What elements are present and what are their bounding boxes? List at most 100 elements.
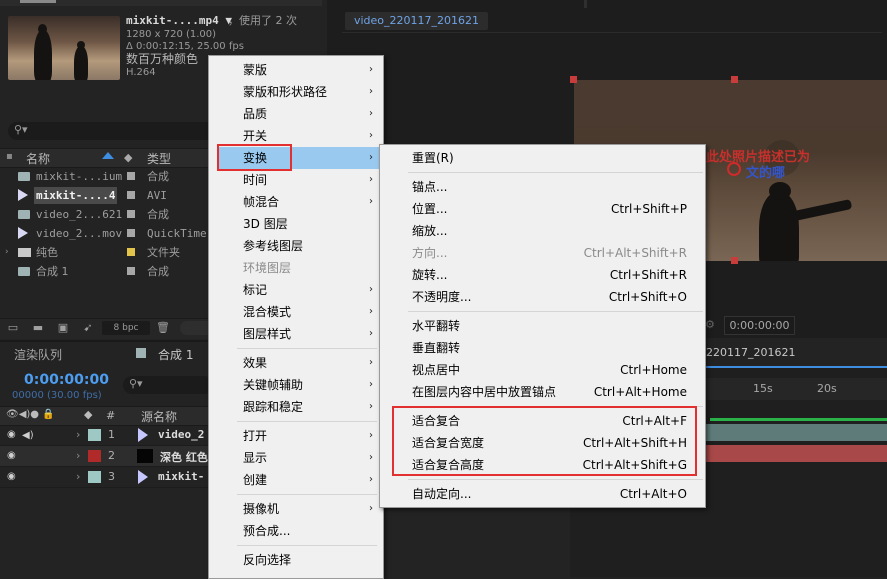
footage-usage: ，使用了 2 次 — [228, 14, 297, 27]
footage-icon — [138, 428, 148, 442]
label-swatch[interactable] — [127, 210, 135, 218]
timeline-comp-tab[interactable]: 220117_201621 — [706, 346, 795, 359]
menu-item-create[interactable]: 创建 › — [209, 469, 383, 491]
transform-handle[interactable] — [731, 76, 738, 83]
menu-item-rotation[interactable]: 旋转... Ctrl+Shift+R — [380, 264, 705, 286]
composition-icon — [18, 267, 30, 276]
layer-bar[interactable] — [700, 445, 887, 462]
footage-thumbnail — [8, 16, 120, 80]
menu-item-environment-layer: 环境图层 — [243, 261, 292, 275]
eye-icon[interactable]: ◉ — [7, 472, 16, 482]
menu-item-layer-styles[interactable]: 图层样式 › — [209, 323, 383, 345]
anchor-point-icon[interactable] — [727, 162, 741, 176]
highlight-box-transform — [217, 144, 292, 171]
footage-name[interactable]: mixkit-....mp4 ▼ — [126, 15, 232, 27]
menu-item-frame-blending[interactable]: 帧混合 › — [209, 191, 383, 213]
transform-handle[interactable] — [731, 257, 738, 264]
audio-icon[interactable]: ◀) — [22, 430, 34, 441]
layer-label-swatch[interactable] — [88, 429, 101, 441]
menu-item-markers[interactable]: 标记 › — [209, 279, 383, 301]
new-folder-icon[interactable]: ▬ — [31, 322, 45, 334]
flowchart-icon[interactable]: ➹ — [81, 322, 95, 334]
composition-tab[interactable]: 合成 1 — [158, 346, 193, 363]
footage-icon — [18, 227, 28, 239]
visibility-header-icon: 👁◀)● 🔒 — [6, 409, 55, 420]
eye-icon[interactable]: ◉ — [7, 451, 16, 461]
menu-item-flip-horizontal[interactable]: 水平翻转 — [380, 315, 705, 337]
footage-icon — [18, 189, 28, 201]
column-name[interactable]: 名称 — [26, 150, 50, 167]
interpret-footage-icon[interactable]: ▭ — [6, 322, 20, 334]
layer-bar[interactable] — [700, 424, 887, 441]
snapshot-icon[interactable]: ⚙ — [705, 318, 717, 331]
layer-label-swatch[interactable] — [88, 471, 101, 483]
label-swatch[interactable] — [127, 191, 135, 199]
bit-depth-button[interactable]: 8 bpc — [102, 321, 150, 335]
folder-icon — [18, 248, 31, 257]
menu-item-3d-layer[interactable]: 3D 图层 — [209, 213, 383, 235]
timeline-fps: 00000 (30.00 fps) — [12, 390, 102, 401]
expand-icon[interactable]: › — [76, 470, 80, 483]
overlay-text-blue: 文的哪 — [746, 166, 786, 181]
column-type[interactable]: 类型 — [147, 150, 171, 167]
menu-item-position[interactable]: 位置... Ctrl+Shift+P — [380, 198, 705, 220]
work-area-bar[interactable] — [710, 418, 887, 421]
menu-item-scale[interactable]: 缩放... — [380, 220, 705, 242]
project-tab-indicator — [20, 0, 56, 3]
menu-item-effect[interactable]: 效果 › — [209, 352, 383, 374]
menu-item-guide-layer[interactable]: 参考线图层 — [209, 235, 383, 257]
search-icon: ⚲▾ — [129, 377, 143, 390]
menu-item-anchor-point[interactable]: 锚点... — [380, 176, 705, 198]
viewer-comp-tab[interactable]: video_220117_201621 — [345, 12, 488, 30]
source-name-header[interactable]: 源名称 — [141, 408, 177, 425]
menu-item-mask-shape-path[interactable]: 蒙版和形状路径 › — [209, 81, 383, 103]
eye-icon[interactable]: ◉ — [7, 430, 16, 440]
menu-item-orientation: 方向... Ctrl+Alt+Shift+R — [412, 246, 687, 260]
timeline-timecode[interactable]: 0:00:00:00 — [24, 372, 109, 388]
menu-item-open[interactable]: 打开 › — [209, 425, 383, 447]
label-header-icon: ◆ — [84, 408, 93, 421]
composition-icon — [136, 348, 146, 358]
menu-item-opacity[interactable]: 不透明度... Ctrl+Shift+O — [380, 286, 705, 308]
menu-item-time[interactable]: 时间 › — [209, 169, 383, 191]
menu-item-flip-vertical[interactable]: 垂直翻转 — [380, 337, 705, 359]
layer-label-swatch[interactable] — [88, 450, 101, 462]
highlight-box-fit-options — [392, 406, 697, 476]
menu-item-mask[interactable]: 蒙版 › — [209, 59, 383, 81]
label-swatch[interactable] — [127, 172, 135, 180]
menu-item-center-anchor[interactable]: 在图层内容中居中放置锚点 Ctrl+Alt+Home — [380, 381, 705, 403]
menu-item-track-stabilize[interactable]: 跟踪和稳定 › — [209, 396, 383, 418]
label-swatch[interactable] — [127, 229, 135, 237]
menu-item-pre-compose[interactable]: 预合成... — [209, 520, 383, 542]
menu-item-auto-orient[interactable]: 自动定向... Ctrl+Alt+O — [380, 483, 705, 505]
timeline-search-input[interactable]: ⚲▾ — [123, 376, 213, 394]
menu-item-quality[interactable]: 品质 › — [209, 103, 383, 125]
menu-item-camera[interactable]: 摄像机 › — [209, 498, 383, 520]
menu-item-invert-selection[interactable]: 反向选择 — [209, 549, 383, 571]
sort-icon: ▪ — [6, 151, 13, 162]
footage-icon — [138, 470, 148, 484]
transform-handle[interactable] — [570, 76, 577, 83]
label-column-icon[interactable]: ◆ — [124, 151, 132, 164]
sort-asc-icon[interactable] — [102, 152, 114, 159]
search-icon: ⚲▾ — [14, 123, 28, 136]
expand-icon[interactable]: › — [76, 428, 80, 441]
label-swatch[interactable] — [127, 248, 135, 256]
composition-icon — [18, 172, 30, 181]
menu-item-blending-mode[interactable]: 混合模式 › — [209, 301, 383, 323]
menu-item-reset[interactable]: 重置(R) — [380, 147, 705, 169]
expand-icon[interactable]: › — [5, 243, 9, 262]
solid-icon — [137, 449, 153, 463]
trash-icon[interactable]: 🗑 — [156, 322, 170, 334]
render-queue-tab[interactable]: 渲染队列 — [14, 346, 62, 363]
menu-item-keyframe-assistant[interactable]: 关键帧辅助 › — [209, 374, 383, 396]
new-composition-icon[interactable]: ▣ — [56, 322, 70, 334]
expand-icon[interactable]: › — [76, 449, 80, 462]
viewer-timecode[interactable]: 0:00:00:00 — [724, 316, 795, 335]
label-swatch[interactable] — [127, 267, 135, 275]
layer-context-menu: 蒙版 › 蒙版和形状路径 › 品质 › 开关 › 变换 › 时间 › 帧混合 › 3D 图层 … — [208, 55, 384, 579]
menu-item-center-in-view[interactable]: 视点居中 Ctrl+Home — [380, 359, 705, 381]
menu-item-reveal[interactable]: 显示 › — [209, 447, 383, 469]
layer-number-header: # — [106, 409, 116, 422]
footage-codec: H.264 — [126, 67, 156, 78]
